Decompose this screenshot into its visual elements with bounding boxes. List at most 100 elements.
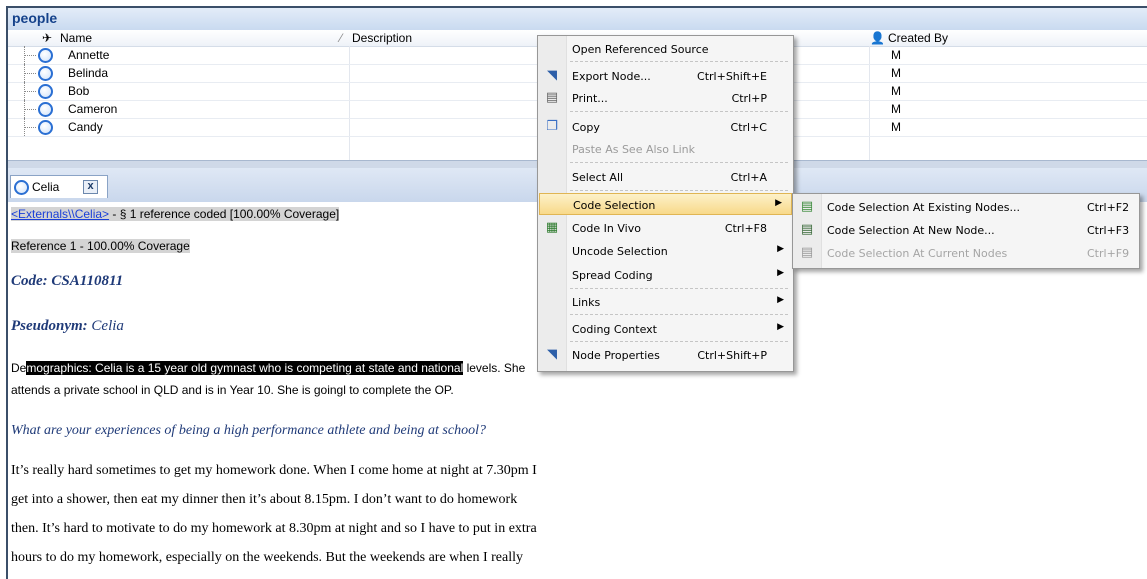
close-tab-button[interactable]: x xyxy=(83,180,98,194)
panel-title: people xyxy=(12,10,58,26)
code-new-icon: ▤ xyxy=(800,222,814,237)
menu-item-paste-as-see-also-link[interactable]: Paste As See Also Link xyxy=(538,138,793,160)
submenu-arrow-icon: ▶ xyxy=(777,322,784,332)
submenu-arrow-icon: ▶ xyxy=(775,198,782,208)
menu-separator xyxy=(570,190,788,191)
tree-line xyxy=(24,109,36,110)
menu-label: Coding Context xyxy=(572,323,657,336)
menu-item-copy[interactable]: ❐ Copy Ctrl+C xyxy=(538,116,793,138)
context-menu: Open Referenced Source ◥ Export Node... … xyxy=(537,35,794,372)
copy-icon: ❐ xyxy=(546,119,558,134)
people-panel-header: people xyxy=(8,8,1147,31)
tab-label: Celia xyxy=(32,180,60,194)
code-line: Code: CSA110811 xyxy=(11,273,123,290)
menu-shortcut: Ctrl+C xyxy=(730,121,767,134)
menu-shortcut: Ctrl+Shift+E xyxy=(697,70,767,83)
selected-text[interactable]: mographics: Celia is a 15 year old gymna… xyxy=(26,361,464,375)
created-by: M xyxy=(891,48,901,62)
menu-separator xyxy=(570,288,788,289)
menu-separator xyxy=(570,341,788,342)
menu-label: Links xyxy=(572,296,601,309)
submenu-arrow-icon: ▶ xyxy=(777,244,784,254)
created-by: M xyxy=(891,84,901,98)
reference-summary: <Externals\\Celia> - § 1 reference coded… xyxy=(11,207,340,221)
menu-item-spread-coding[interactable]: Spread Coding ▶ xyxy=(538,264,793,286)
menu-item-select-all[interactable]: Select All Ctrl+A xyxy=(538,166,793,188)
node-name: Cameron xyxy=(68,102,118,116)
pin-icon[interactable]: ✈ xyxy=(42,31,52,45)
reference-heading: Reference 1 - 100.00% Coverage xyxy=(11,239,190,253)
code-existing-icon: ▤ xyxy=(800,199,814,214)
node-name: Annette xyxy=(68,48,110,62)
menu-label: Open Referenced Source xyxy=(572,43,709,56)
menu-item-print[interactable]: ▤ Print... Ctrl+P xyxy=(538,87,793,109)
tab-celia[interactable]: Celia x xyxy=(10,175,108,198)
tree-line xyxy=(24,127,36,128)
paragraph-line: then. It’s hard to motivate to do my hom… xyxy=(11,521,537,536)
code-in-vivo-icon: ▦ xyxy=(545,220,559,235)
menu-shortcut: Ctrl+F2 xyxy=(1087,201,1130,214)
menu-item-coding-context[interactable]: Coding Context ▶ xyxy=(538,318,793,340)
interview-question: What are your experiences of being a hig… xyxy=(11,423,486,438)
menu-item-code-in-vivo[interactable]: ▦ Code In Vivo Ctrl+F8 xyxy=(538,217,793,239)
paragraph-line: get into a shower, then eat my dinner th… xyxy=(11,492,518,507)
menu-label: Code Selection At Current Nodes xyxy=(827,247,1008,260)
menu-separator xyxy=(570,162,788,163)
menu-shortcut: Ctrl+Shift+P xyxy=(697,349,767,362)
user-icon: 👤 xyxy=(870,31,885,45)
node-icon xyxy=(38,102,53,117)
menu-label: Spread Coding xyxy=(572,269,653,282)
reference-text: Reference 1 - 100.00% Coverage xyxy=(11,239,190,253)
tree-line xyxy=(24,73,36,74)
menu-item-code-at-new-node[interactable]: ▤ Code Selection At New Node... Ctrl+F3 xyxy=(793,219,1139,241)
paragraph-line: hours to do my homework, especially on t… xyxy=(11,550,524,565)
node-icon xyxy=(38,66,53,81)
menu-shortcut: Ctrl+P xyxy=(731,92,767,105)
paragraph-line: It’s really hard sometimes to get my hom… xyxy=(11,463,537,478)
code-selection-submenu: ▤ Code Selection At Existing Nodes... Ct… xyxy=(792,193,1140,269)
col-created-by[interactable]: Created By xyxy=(888,31,948,45)
submenu-arrow-icon: ▶ xyxy=(777,295,784,305)
pseudonym-value: Celia xyxy=(87,318,124,334)
menu-label: Paste As See Also Link xyxy=(572,143,696,156)
node-name: Belinda xyxy=(68,66,109,80)
node-icon xyxy=(38,84,53,99)
menu-label: Node Properties xyxy=(572,349,660,362)
menu-label: Select All xyxy=(572,171,624,184)
text-run: levels. She xyxy=(463,361,526,375)
menu-label: Code Selection At New Node... xyxy=(827,224,995,237)
demographics-line-2: attends a private school in QLD and is i… xyxy=(11,383,454,397)
menu-separator xyxy=(570,314,788,315)
coverage-text: - § 1 reference coded [100.00% Coverage] xyxy=(109,207,340,221)
node-icon xyxy=(38,48,53,63)
created-by: M xyxy=(891,102,901,116)
text-run: De xyxy=(11,361,27,375)
menu-separator xyxy=(570,111,788,112)
menu-item-code-at-current-nodes[interactable]: ▤ Code Selection At Current Nodes Ctrl+F… xyxy=(793,242,1139,264)
demographics-line: Demographics: Celia is a 15 year old gym… xyxy=(11,361,525,375)
menu-item-node-properties[interactable]: ◥ Node Properties Ctrl+Shift+P xyxy=(538,344,793,366)
menu-item-code-at-existing-nodes[interactable]: ▤ Code Selection At Existing Nodes... Ct… xyxy=(793,196,1139,218)
printer-icon: ▤ xyxy=(545,90,559,105)
menu-item-uncode-selection[interactable]: Uncode Selection ▶ xyxy=(538,240,793,262)
source-link[interactable]: <Externals\\Celia> xyxy=(11,207,109,221)
node-name: Bob xyxy=(68,84,90,98)
node-name: Candy xyxy=(68,120,103,134)
col-name[interactable]: Name xyxy=(60,31,92,45)
node-properties-icon: ◥ xyxy=(547,347,557,362)
code-current-icon: ▤ xyxy=(800,245,814,260)
menu-label: Code Selection At Existing Nodes... xyxy=(827,201,1020,214)
created-by: M xyxy=(891,120,901,134)
menu-item-open-referenced-source[interactable]: Open Referenced Source xyxy=(538,38,793,60)
menu-item-code-selection[interactable]: Code Selection ▶ xyxy=(539,193,792,215)
menu-shortcut: Ctrl+F8 xyxy=(724,222,767,235)
menu-label: Copy xyxy=(572,121,600,134)
code-label: Code: xyxy=(11,273,48,289)
tree-line xyxy=(24,55,36,56)
menu-item-links[interactable]: Links ▶ xyxy=(538,291,793,313)
menu-shortcut: Ctrl+F9 xyxy=(1087,247,1130,260)
menu-label: Export Node... xyxy=(572,70,651,83)
pseudonym-label: Pseudonym: xyxy=(11,318,88,334)
col-description[interactable]: Description xyxy=(352,31,412,45)
menu-item-export-node[interactable]: ◥ Export Node... Ctrl+Shift+E xyxy=(538,65,793,87)
